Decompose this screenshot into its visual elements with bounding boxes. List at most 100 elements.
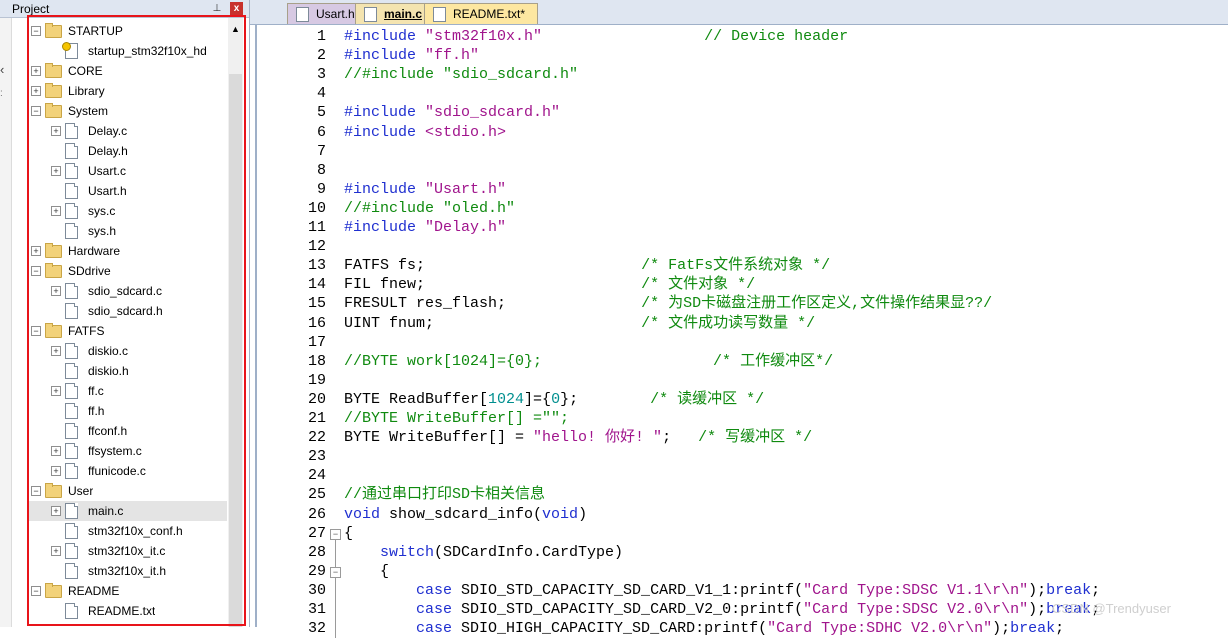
code-token-kw: #include xyxy=(344,47,426,65)
code-token-cmt: //BYTE work[1024]={0}; /* 工作缓冲区*/ xyxy=(344,352,834,370)
highlight-annotation-box xyxy=(27,15,246,626)
code-token: { xyxy=(344,524,354,542)
code-token-cmt: /* 文件成功读写数量 */ xyxy=(641,314,816,332)
code-token: ]={ xyxy=(524,390,552,408)
line-number: 29 xyxy=(307,562,326,580)
fold-collapse-icon[interactable]: − xyxy=(330,528,341,540)
code-line[interactable]: #include <stdio.h> xyxy=(344,123,506,142)
line-number: 31 xyxy=(307,601,326,618)
line-number: 8 xyxy=(316,161,326,179)
code-line[interactable]: //BYTE work[1024]={0}; /* 工作缓冲区*/ xyxy=(344,352,833,371)
code-line[interactable]: #include "sdio_sdcard.h" xyxy=(344,103,560,122)
line-number: 25 xyxy=(307,486,326,504)
code-token: }; xyxy=(560,390,651,408)
line-number: 28 xyxy=(307,543,326,561)
code-token-kw: void xyxy=(344,505,381,523)
strip-marker-icon: : xyxy=(0,88,3,99)
code-token: BYTE ReadBuffer[ xyxy=(344,390,489,408)
code-line[interactable]: #include "Usart.h" xyxy=(344,180,506,199)
code-token: { xyxy=(344,562,390,580)
pin-icon[interactable]: ⊥ xyxy=(210,2,224,15)
tab-main-c[interactable]: main.c xyxy=(355,3,425,24)
code-line[interactable]: FATFS fs; /* FatFs文件系统对象 */ xyxy=(344,256,830,275)
code-token-kw: case xyxy=(416,581,453,599)
code-token: ; xyxy=(662,429,699,447)
code-token-str: "Usart.h" xyxy=(425,180,507,198)
code-token: ); xyxy=(1028,601,1047,618)
code-token-str: "sdio_sdcard.h" xyxy=(425,104,561,122)
code-token-str: "ff.h" xyxy=(425,47,480,65)
fold-guide-line xyxy=(335,539,336,567)
code-token-str: "hello! 你好! " xyxy=(533,429,663,447)
fold-collapse-icon[interactable]: − xyxy=(330,566,341,578)
code-token: ; xyxy=(1091,581,1101,599)
side-strip: ‹ : xyxy=(0,18,12,627)
code-line[interactable]: //#include "sdio_sdcard.h" xyxy=(344,65,578,84)
code-token-cmt: // Device header xyxy=(704,28,849,45)
code-token: ; xyxy=(1055,620,1065,638)
line-number: 15 xyxy=(307,295,326,313)
line-number: 20 xyxy=(307,390,326,408)
code-token-cmt: //#include "sdio_sdcard.h" xyxy=(344,66,579,84)
code-line[interactable]: case SDIO_STD_CAPACITY_SD_CARD_V2_0:prin… xyxy=(344,600,1100,619)
code-token-cmt: /* 读缓冲区 */ xyxy=(650,390,765,408)
code-token-cmt: //通过串口打印SD卡相关信息 xyxy=(344,486,546,504)
code-line[interactable]: FRESULT res_flash; /* 为SD卡磁盘注册工作区定义,文件操作… xyxy=(344,294,992,313)
code-token-kw: break xyxy=(1046,581,1092,599)
code-line[interactable]: { xyxy=(344,524,353,543)
tab-readme-txt[interactable]: README.txt* xyxy=(424,3,538,24)
code-token: BYTE WriteBuffer[] = xyxy=(344,429,534,447)
code-line[interactable]: switch(SDCardInfo.CardType) xyxy=(344,543,623,562)
line-number: 2 xyxy=(316,47,326,65)
code-token: UINT fnum; xyxy=(344,314,642,332)
code-token: FIL fnew; xyxy=(344,276,642,294)
line-number: 22 xyxy=(307,429,326,447)
code-token: FATFS fs; xyxy=(344,257,642,275)
code-token-str: "Card Type:SDHC V2.0\r\n" xyxy=(767,620,993,638)
tab-usart-h[interactable]: Usart.h xyxy=(287,3,357,24)
code-token-kw: #include xyxy=(344,123,426,141)
line-number: 10 xyxy=(307,199,326,217)
line-number: 26 xyxy=(307,505,326,523)
code-line[interactable]: #include "Delay.h" xyxy=(344,218,506,237)
code-line[interactable]: UINT fnum; /* 文件成功读写数量 */ xyxy=(344,314,815,333)
code-line[interactable]: FIL fnew; /* 文件对象 */ xyxy=(344,275,755,294)
code-token: ); xyxy=(992,620,1011,638)
tab-label: Usart.h xyxy=(316,7,355,21)
code-token-cmt: /* FatFs文件系统对象 */ xyxy=(641,257,831,275)
code-line[interactable]: BYTE WriteBuffer[] = "hello! 你好! "; /* 写… xyxy=(344,428,812,447)
code-token: (SDCardInfo.CardType) xyxy=(434,543,624,561)
chevron-left-icon[interactable]: ‹ xyxy=(0,62,4,77)
line-number: 17 xyxy=(307,333,326,351)
code-line[interactable]: case SDIO_STD_CAPACITY_SD_CARD_V1_1:prin… xyxy=(344,581,1100,600)
line-number: 7 xyxy=(316,142,326,160)
close-pane-icon[interactable]: x xyxy=(230,2,243,15)
code-line[interactable]: BYTE ReadBuffer[1024]={0}; /* 读缓冲区 */ xyxy=(344,390,764,409)
code-token-kw: #include xyxy=(344,219,426,236)
code-token-kw: void xyxy=(542,505,579,523)
code-line[interactable]: #include "stm32f10x.h" // Device header xyxy=(344,27,848,46)
code-token-str: "Delay.h" xyxy=(425,219,507,236)
watermark-text: CSDN @Trendyuser xyxy=(1052,601,1171,616)
line-number: 16 xyxy=(307,314,326,332)
code-token-kw: #include xyxy=(344,180,426,198)
code-token-str: "stm32f10x.h" xyxy=(425,28,543,45)
code-line[interactable]: #include "ff.h" xyxy=(344,46,479,65)
file-icon xyxy=(364,7,377,22)
code-line[interactable]: //通过串口打印SD卡相关信息 xyxy=(344,485,545,504)
code-token-kw: #include xyxy=(344,104,426,122)
code-line[interactable]: void show_sdcard_info(void) xyxy=(344,505,587,524)
code-line[interactable]: //BYTE WriteBuffer[] =""; xyxy=(344,409,569,428)
code-line[interactable]: //#include "oled.h" xyxy=(344,199,515,218)
fold-guide-line xyxy=(335,577,336,638)
line-number: 23 xyxy=(307,448,326,466)
code-line[interactable]: { xyxy=(344,562,389,581)
file-icon xyxy=(433,7,446,22)
code-token-cmt: //#include "oled.h" xyxy=(344,199,516,217)
line-number: 6 xyxy=(316,123,326,141)
code-line[interactable]: case SDIO_HIGH_CAPACITY_SD_CARD:printf("… xyxy=(344,619,1064,638)
